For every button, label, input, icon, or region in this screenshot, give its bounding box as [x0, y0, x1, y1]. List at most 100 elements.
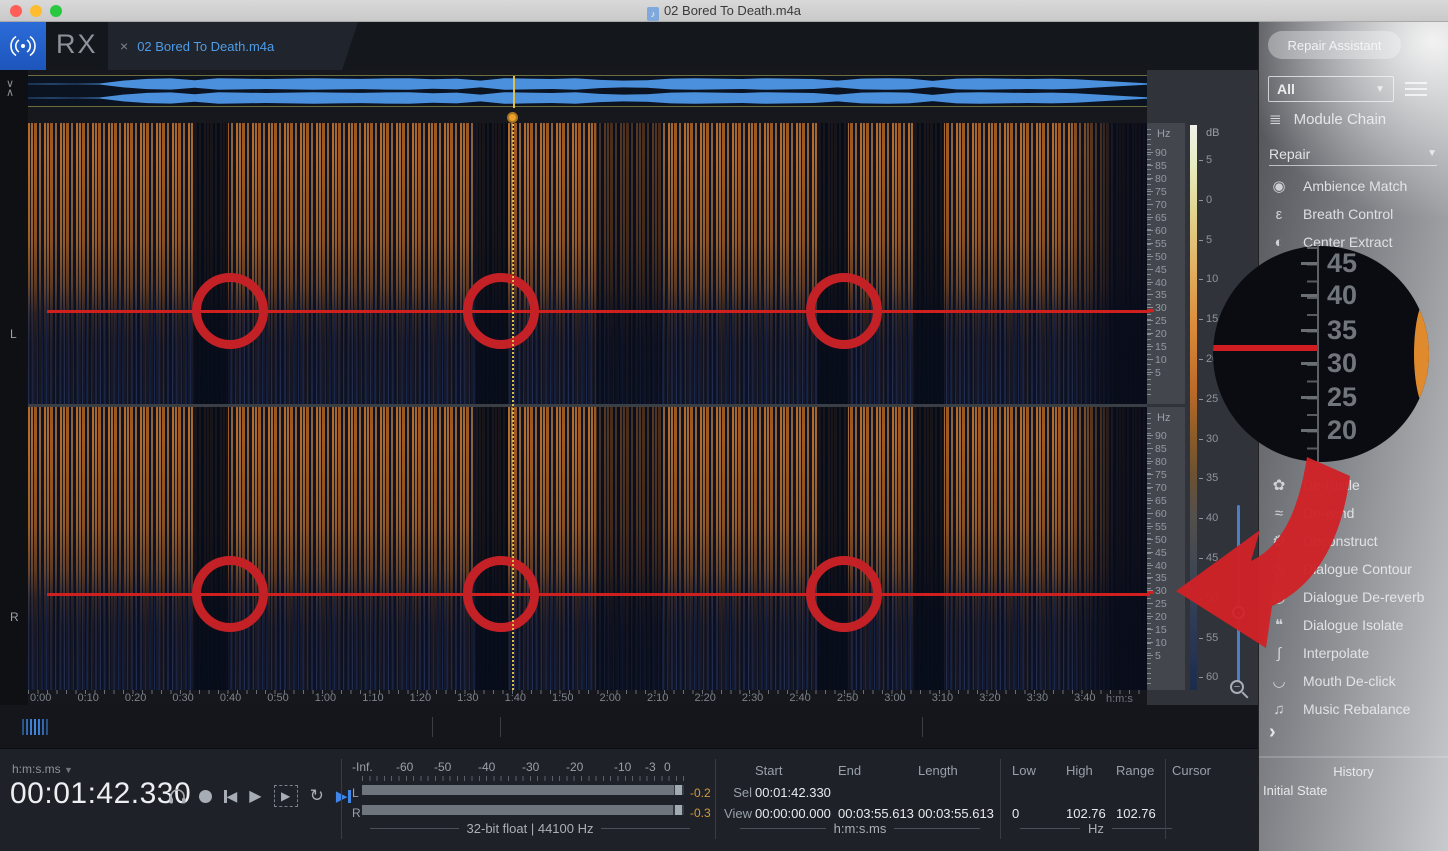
meter-left-label: L — [352, 786, 359, 800]
magnified-freq-label: 35 — [1327, 317, 1357, 344]
magnified-frequency-axis — [1317, 246, 1319, 462]
freq-tick-label: 80 — [1155, 457, 1167, 468]
left-rail: ∨∧ L R — [0, 70, 28, 705]
repair-assistant-button[interactable]: Repair Assistant — [1268, 31, 1401, 59]
freq-high-value[interactable]: 102.76 — [1066, 806, 1106, 821]
module-item-deconstruct[interactable]: ⚙Deconstruct — [1269, 527, 1445, 555]
magnified-freq-label: 40 — [1327, 282, 1357, 309]
meter-right-label: R — [352, 806, 361, 820]
module-item-de-wind[interactable]: ≈De-wind — [1269, 499, 1445, 527]
repair-section-header[interactable]: Repair▼ — [1269, 142, 1437, 166]
play-button[interactable]: ▶ — [249, 786, 261, 806]
column-low: Low — [1012, 763, 1036, 778]
file-format-label: 32-bit float | 44100 Hz — [370, 821, 690, 836]
vertical-zoom-knob[interactable] — [1232, 606, 1245, 619]
view-end-value[interactable]: 00:03:55.613 — [838, 806, 914, 821]
view-row-label: View — [716, 806, 752, 821]
time-tick-label: 3:10 — [932, 693, 953, 704]
freq-tick-label: 60 — [1155, 226, 1167, 237]
meter-scale-label: -20 — [566, 761, 583, 773]
module-item-breath-control[interactable]: εBreath Control — [1269, 200, 1445, 228]
tab-close-icon[interactable]: × — [120, 38, 128, 54]
freq-tick — [1147, 629, 1153, 630]
hamburger-menu-icon[interactable] — [1405, 82, 1427, 96]
meter-scale-label: -50 — [434, 761, 451, 773]
history-list: Initial State — [1263, 780, 1443, 800]
time-ruler[interactable]: h:m:s 0:000:100:200:300:400:501:001:101:… — [28, 690, 1147, 705]
waveform-overview-strip[interactable] — [28, 75, 1147, 107]
module-item-interpolate[interactable]: ∫Interpolate — [1269, 639, 1445, 667]
monitor-headphones-button[interactable] — [168, 788, 187, 805]
meter-scale-label: 0 — [664, 761, 671, 773]
freq-tick-label: 20 — [1155, 329, 1167, 340]
module-item-dialogue-isolate[interactable]: ❝Dialogue Isolate — [1269, 611, 1445, 639]
module-filter-dropdown[interactable]: All▼ — [1268, 76, 1394, 102]
file-tab[interactable]: × 02 Bored To Death.m4a — [108, 22, 358, 70]
module-item-mouth-de-click[interactable]: ◡Mouth De-click — [1269, 667, 1445, 695]
collapse-overview-icon[interactable]: ∨∧ — [6, 80, 14, 98]
db-tick-label: 35 — [1206, 473, 1218, 484]
column-cursor: Cursor — [1172, 763, 1211, 778]
freq-tick — [1147, 590, 1153, 591]
dialogue-de-reverb-icon: ◎ — [1269, 588, 1289, 606]
tab-label: 02 Bored To Death.m4a — [137, 39, 274, 54]
time-tick-label: 1:30 — [457, 693, 478, 704]
time-tick-label: 0:50 — [267, 693, 288, 704]
freq-tick — [1147, 282, 1153, 283]
spectrogram-left-channel[interactable] — [28, 123, 1147, 404]
module-label: Deconstruct — [1303, 533, 1378, 549]
vertical-zoom-slider[interactable] — [1237, 505, 1240, 682]
freq-tick-label: 80 — [1155, 174, 1167, 185]
freq-tick-label: 15 — [1155, 625, 1167, 636]
interpolate-icon: ∫ — [1269, 645, 1289, 662]
module-item-music-rebalance[interactable]: ♫Music Rebalance — [1269, 695, 1445, 723]
selection-start-value[interactable]: 00:01:42.330 — [755, 785, 831, 800]
view-length-value[interactable]: 00:03:55.613 — [918, 806, 994, 821]
module-item-ambience-match[interactable]: ◉Ambience Match — [1269, 172, 1445, 200]
de-rustle-icon: ✿ — [1269, 476, 1289, 494]
time-format-selector[interactable]: h:m:s.ms ▼ — [12, 762, 73, 776]
freq-tick — [1147, 565, 1153, 566]
meter-right-bar — [362, 805, 684, 815]
record-button[interactable] — [199, 790, 212, 803]
freq-tick — [1147, 461, 1153, 462]
magnified-major-tick — [1301, 262, 1317, 265]
expand-more-icon[interactable]: › — [1269, 722, 1276, 742]
column-range: Range — [1116, 763, 1154, 778]
freq-low-value[interactable]: 0 — [1012, 806, 1019, 821]
module-list-top: ◉Ambience MatchεBreath Control◐Center Ex… — [1269, 172, 1445, 256]
view-start-value[interactable]: 00:00:00.000 — [755, 806, 831, 821]
meter-right-peak-value[interactable]: -0.3 — [690, 806, 711, 820]
module-item-de-rustle[interactable]: ✿De-rustle — [1269, 471, 1445, 499]
freq-tick — [1147, 577, 1153, 578]
zoom-callout-circle: 454035302520 — [1213, 246, 1429, 462]
db-tick-label: 5 — [1206, 155, 1212, 166]
left-channel-label: L — [10, 327, 17, 341]
module-chain-item[interactable]: ≣ Module Chain — [1269, 110, 1386, 128]
overview-waveform — [28, 76, 1147, 106]
module-item-dialogue-de-reverb[interactable]: ◎Dialogue De-reverb — [1269, 583, 1445, 611]
spectrogram-right-channel[interactable] — [28, 407, 1147, 690]
module-item-dialogue-contour[interactable]: ◷Dialogue Contour — [1269, 555, 1445, 583]
freq-tick-label: 85 — [1155, 161, 1167, 172]
magnified-major-tick — [1301, 329, 1317, 332]
breath-control-icon: ε — [1269, 206, 1289, 223]
transport-controls: ◀ ▶ ▶ ↻ ▶ — [168, 785, 351, 807]
playhead-time-display[interactable]: 00:01:42.330 — [10, 777, 191, 811]
vertical-zoom-out-icon[interactable]: − — [1230, 680, 1244, 694]
history-item[interactable]: Initial State — [1263, 780, 1443, 800]
freq-tick-label: 45 — [1155, 265, 1167, 276]
amplitude-colorbar[interactable] — [1190, 125, 1197, 690]
meter-left-peak-value[interactable]: -0.2 — [690, 786, 711, 800]
return-to-start-button[interactable]: ◀ — [224, 788, 237, 805]
waveform-view-icon[interactable] — [22, 719, 48, 735]
overview-playhead — [513, 76, 515, 108]
play-to-end-button[interactable]: ▶ — [336, 787, 351, 805]
freq-range-value[interactable]: 102.76 — [1116, 806, 1156, 821]
time-tick-label: 2:50 — [837, 693, 858, 704]
meter-scale-label: -40 — [478, 761, 495, 773]
db-tick-label: 10 — [1206, 274, 1218, 285]
play-selection-button[interactable]: ▶ — [274, 785, 298, 807]
loop-playback-button[interactable]: ↻ — [310, 786, 324, 806]
column-length: Length — [918, 763, 958, 778]
